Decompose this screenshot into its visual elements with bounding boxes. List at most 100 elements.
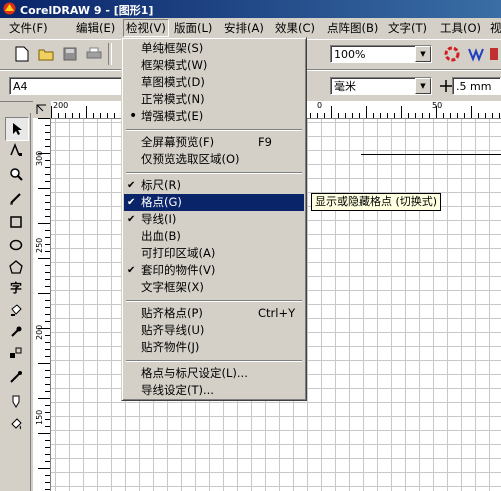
menu-item-label: 贴齐格点(P) [141, 306, 203, 320]
zoom-tool-icon[interactable] [5, 163, 27, 185]
eyedropper-icon[interactable] [5, 321, 27, 343]
menu-item-grid[interactable]: ✔ 格点(G) [124, 194, 304, 211]
menu-item-label: 贴齐物件(J) [141, 340, 200, 354]
menu-item-label: 格点与标尺设定(L)... [141, 366, 248, 380]
menu-arrange[interactable]: 安排(A) [224, 20, 264, 36]
ruler-label: 200 [53, 101, 69, 110]
menu-item-preview-selected-only[interactable]: 仅预览选取区域(O) [124, 151, 304, 168]
fill-tool-icon[interactable] [5, 413, 27, 435]
menu-item-label: 标尺(R) [141, 178, 181, 192]
menu-item-snap-to-grid[interactable]: 贴齐格点(P) Ctrl+Y [124, 305, 304, 322]
ruler-origin-icon [36, 104, 46, 114]
menu-item-label: 文字框架(X) [141, 280, 204, 294]
nudge-offset-value: .5 mm [456, 80, 492, 93]
menu-item-draft[interactable]: 草图模式(D) [124, 74, 304, 91]
application-launcher-icon[interactable] [442, 44, 462, 64]
menu-item-fullscreen-preview[interactable]: 全屏幕预览(F) F9 [124, 134, 304, 151]
menu-layout[interactable]: 版面(L) [174, 20, 212, 36]
open-folder-icon[interactable] [36, 44, 56, 64]
ruler-label: 250 [35, 237, 44, 253]
knife-tool-icon[interactable] [5, 366, 27, 388]
check-icon: ✔ [127, 265, 136, 276]
menu-item-printable-area[interactable]: 可打印区域(A) [124, 245, 304, 262]
menu-bar: 文件(F) 编辑(E) 检视(V) 版面(L) 安排(A) 效果(C) 点阵图(… [0, 18, 501, 38]
zoom-level-value: 100% [334, 48, 366, 61]
menu-bitmaps[interactable]: 点阵图(B) [327, 20, 378, 36]
units-field[interactable]: 毫米 ▼ [330, 77, 432, 95]
page-border [361, 154, 501, 155]
menu-item-label: 框架模式(W) [141, 58, 208, 72]
menu-item-snap-to-objects[interactable]: 贴齐物件(J) [124, 339, 304, 356]
menu-item-label: 单纯框架(S) [141, 41, 204, 55]
menu-item-label: 可打印区域(A) [141, 246, 216, 260]
print-icon[interactable] [84, 44, 104, 64]
units-value: 毫米 [334, 80, 356, 93]
vertical-ruler-ticks [38, 118, 50, 490]
menu-text[interactable]: 文字(T) [388, 20, 427, 36]
chevron-down-icon[interactable]: ▼ [415, 46, 431, 62]
ellipse-tool-icon[interactable] [5, 234, 27, 256]
paper-size-field[interactable]: A4 [9, 77, 122, 95]
menu-item-overprinted-objects[interactable]: ✔ 套印的物件(V) [124, 262, 304, 279]
menu-item-bleed[interactable]: 出血(B) [124, 228, 304, 245]
view-menu: 单纯框架(S) 框架模式(W) 草图模式(D) 正常模式(N) • 增强模式(E)… [121, 37, 307, 401]
menu-item-shortcut: F9 [258, 135, 272, 149]
check-icon: ✔ [127, 180, 136, 191]
vertical-ruler[interactable]: 300 250 200 150 [33, 118, 51, 491]
menu-file[interactable]: 文件(F) [9, 20, 48, 36]
menu-item-snap-to-guidelines[interactable]: 贴齐导线(U) [124, 322, 304, 339]
ruler-label: 300 [35, 150, 44, 166]
outline-tool-icon[interactable] [5, 390, 27, 412]
text-tool-icon[interactable]: 字 [5, 276, 27, 298]
shape-tool-icon[interactable] [5, 139, 27, 161]
menu-item-label: 格点(G) [141, 195, 182, 209]
polygon-tool-icon[interactable] [5, 256, 27, 278]
menu-item-guidelines[interactable]: ✔ 导线(I) [124, 211, 304, 228]
menu-item-text-frames[interactable]: 文字框架(X) [124, 279, 304, 296]
menu-item-label: 导线设定(T)... [141, 383, 214, 397]
menu-item-enhanced[interactable]: • 增强模式(E) [124, 108, 304, 125]
freehand-tool-icon[interactable] [5, 187, 27, 209]
menu-edit[interactable]: 编辑(E) [76, 20, 115, 36]
help-icon[interactable] [487, 44, 501, 64]
menu-item-simple-wireframe[interactable]: 单纯框架(S) [124, 40, 304, 57]
bullet-icon: • [129, 108, 138, 124]
corel-online-icon[interactable] [466, 44, 486, 64]
menu-item-label: 导线(I) [141, 212, 177, 226]
interactive-fill-icon[interactable] [5, 299, 27, 321]
ruler-label: 50 [432, 101, 443, 110]
menu-item-label: 正常模式(N) [141, 92, 205, 106]
menu-item-guidelines-setup[interactable]: 导线设定(T)... [124, 382, 304, 399]
menu-item-normal[interactable]: 正常模式(N) [124, 91, 304, 108]
chevron-down-icon[interactable]: ▼ [415, 78, 431, 94]
ruler-label: 150 [35, 409, 44, 425]
toolbox: 字 [0, 113, 31, 491]
nudge-offset-field[interactable]: .5 mm [452, 77, 501, 95]
menu-item-label: 套印的物件(V) [141, 263, 216, 277]
menu-separator [126, 360, 302, 362]
menu-separator [126, 300, 302, 302]
menu-effects[interactable]: 效果(C) [275, 20, 315, 36]
paper-size-value: A4 [13, 80, 28, 93]
new-document-icon[interactable] [12, 44, 32, 64]
menu-view[interactable]: 检视(V) [123, 19, 169, 37]
corel-logo-icon [3, 2, 16, 15]
rectangle-tool-icon[interactable] [5, 211, 27, 233]
pick-tool-icon[interactable] [5, 117, 29, 141]
menu-item-rulers[interactable]: ✔ 标尺(R) [124, 177, 304, 194]
ruler-corner[interactable] [33, 101, 51, 118]
check-icon: ✔ [127, 214, 136, 225]
menu-window[interactable]: 视 [490, 20, 501, 36]
menu-item-label: 草图模式(D) [141, 75, 205, 89]
menu-item-wireframe[interactable]: 框架模式(W) [124, 57, 304, 74]
menu-item-grid-ruler-setup[interactable]: 格点与标尺设定(L)... [124, 365, 304, 382]
save-icon[interactable] [60, 44, 80, 64]
ruler-label: 0 [317, 101, 323, 110]
menu-item-label: 全屏幕预览(F) [141, 135, 215, 149]
ruler-label: 200 [35, 324, 44, 340]
menu-tools[interactable]: 工具(O) [440, 20, 481, 36]
blend-tool-icon[interactable] [5, 342, 27, 364]
menu-item-label: 贴齐导线(U) [141, 323, 205, 337]
zoom-level-field[interactable]: 100% ▼ [330, 45, 432, 63]
tooltip: 显示或隐藏格点 (切换式) [311, 193, 442, 211]
